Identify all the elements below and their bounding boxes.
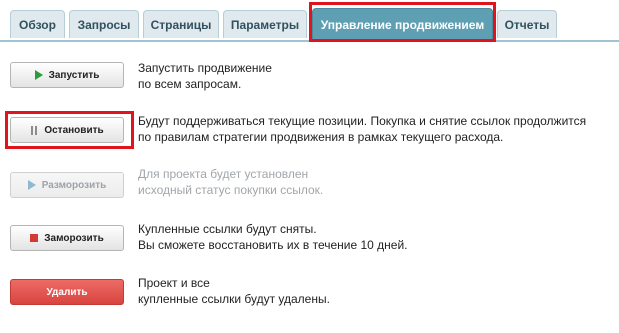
tab-bar: Обзор Запросы Страницы Параметры Управле… — [0, 0, 619, 42]
stop-button-label: Остановить — [44, 124, 104, 136]
unfreeze-button-label: Разморозить — [41, 179, 107, 191]
delete-description-line2: купленные ссылки будут удалены. — [138, 292, 330, 306]
stop-button[interactable]: Остановить — [10, 117, 124, 143]
unfreeze-description: Для проекта будет установлен исходный ст… — [138, 166, 323, 198]
stop-description-line2: по правилам стратегии продвижения в рамк… — [138, 130, 504, 144]
tab-overview[interactable]: Обзор — [10, 10, 65, 38]
start-button[interactable]: Запустить — [10, 62, 124, 88]
tab-pages[interactable]: Страницы — [143, 10, 219, 38]
freeze-button-label: Заморозить — [44, 232, 104, 244]
delete-description-line1: Проект и все — [138, 276, 210, 290]
play-icon — [27, 180, 36, 190]
tab-underline — [0, 40, 619, 42]
unfreeze-description-line2: исходный статус покупки ссылок. — [138, 183, 324, 197]
freeze-button[interactable]: Заморозить — [10, 225, 124, 251]
tab-promotion-management[interactable]: Управление продвижением — [312, 8, 493, 40]
start-description-line2: по всем запросам. — [138, 77, 242, 91]
delete-button[interactable]: Удалить — [10, 279, 124, 305]
play-icon — [34, 70, 43, 80]
tab-reports[interactable]: Отчеты — [497, 10, 557, 38]
pause-icon — [30, 125, 38, 135]
start-description: Запустить продвижение по всем запросам. — [138, 60, 272, 92]
start-button-label: Запустить — [48, 69, 100, 81]
freeze-description-line1: Купленные ссылки будут сняты. — [138, 222, 317, 236]
unfreeze-button[interactable]: Разморозить — [10, 172, 124, 198]
tab-parameters[interactable]: Параметры — [223, 10, 307, 38]
stop-description-line1: Будут поддерживаться текущие позиции. По… — [138, 114, 587, 128]
freeze-description-line2: Вы сможете восстановить их в течение 10 … — [138, 238, 408, 252]
delete-description: Проект и все купленные ссылки будут удал… — [138, 275, 330, 307]
unfreeze-description-line1: Для проекта будет установлен — [138, 167, 309, 181]
stop-description: Будут поддерживаться текущие позиции. По… — [138, 113, 586, 145]
start-description-line1: Запустить продвижение — [138, 61, 272, 75]
freeze-description: Купленные ссылки будут сняты. Вы сможете… — [138, 221, 408, 253]
delete-button-label: Удалить — [46, 286, 88, 298]
stop-icon — [30, 234, 39, 242]
tab-queries[interactable]: Запросы — [69, 10, 139, 38]
